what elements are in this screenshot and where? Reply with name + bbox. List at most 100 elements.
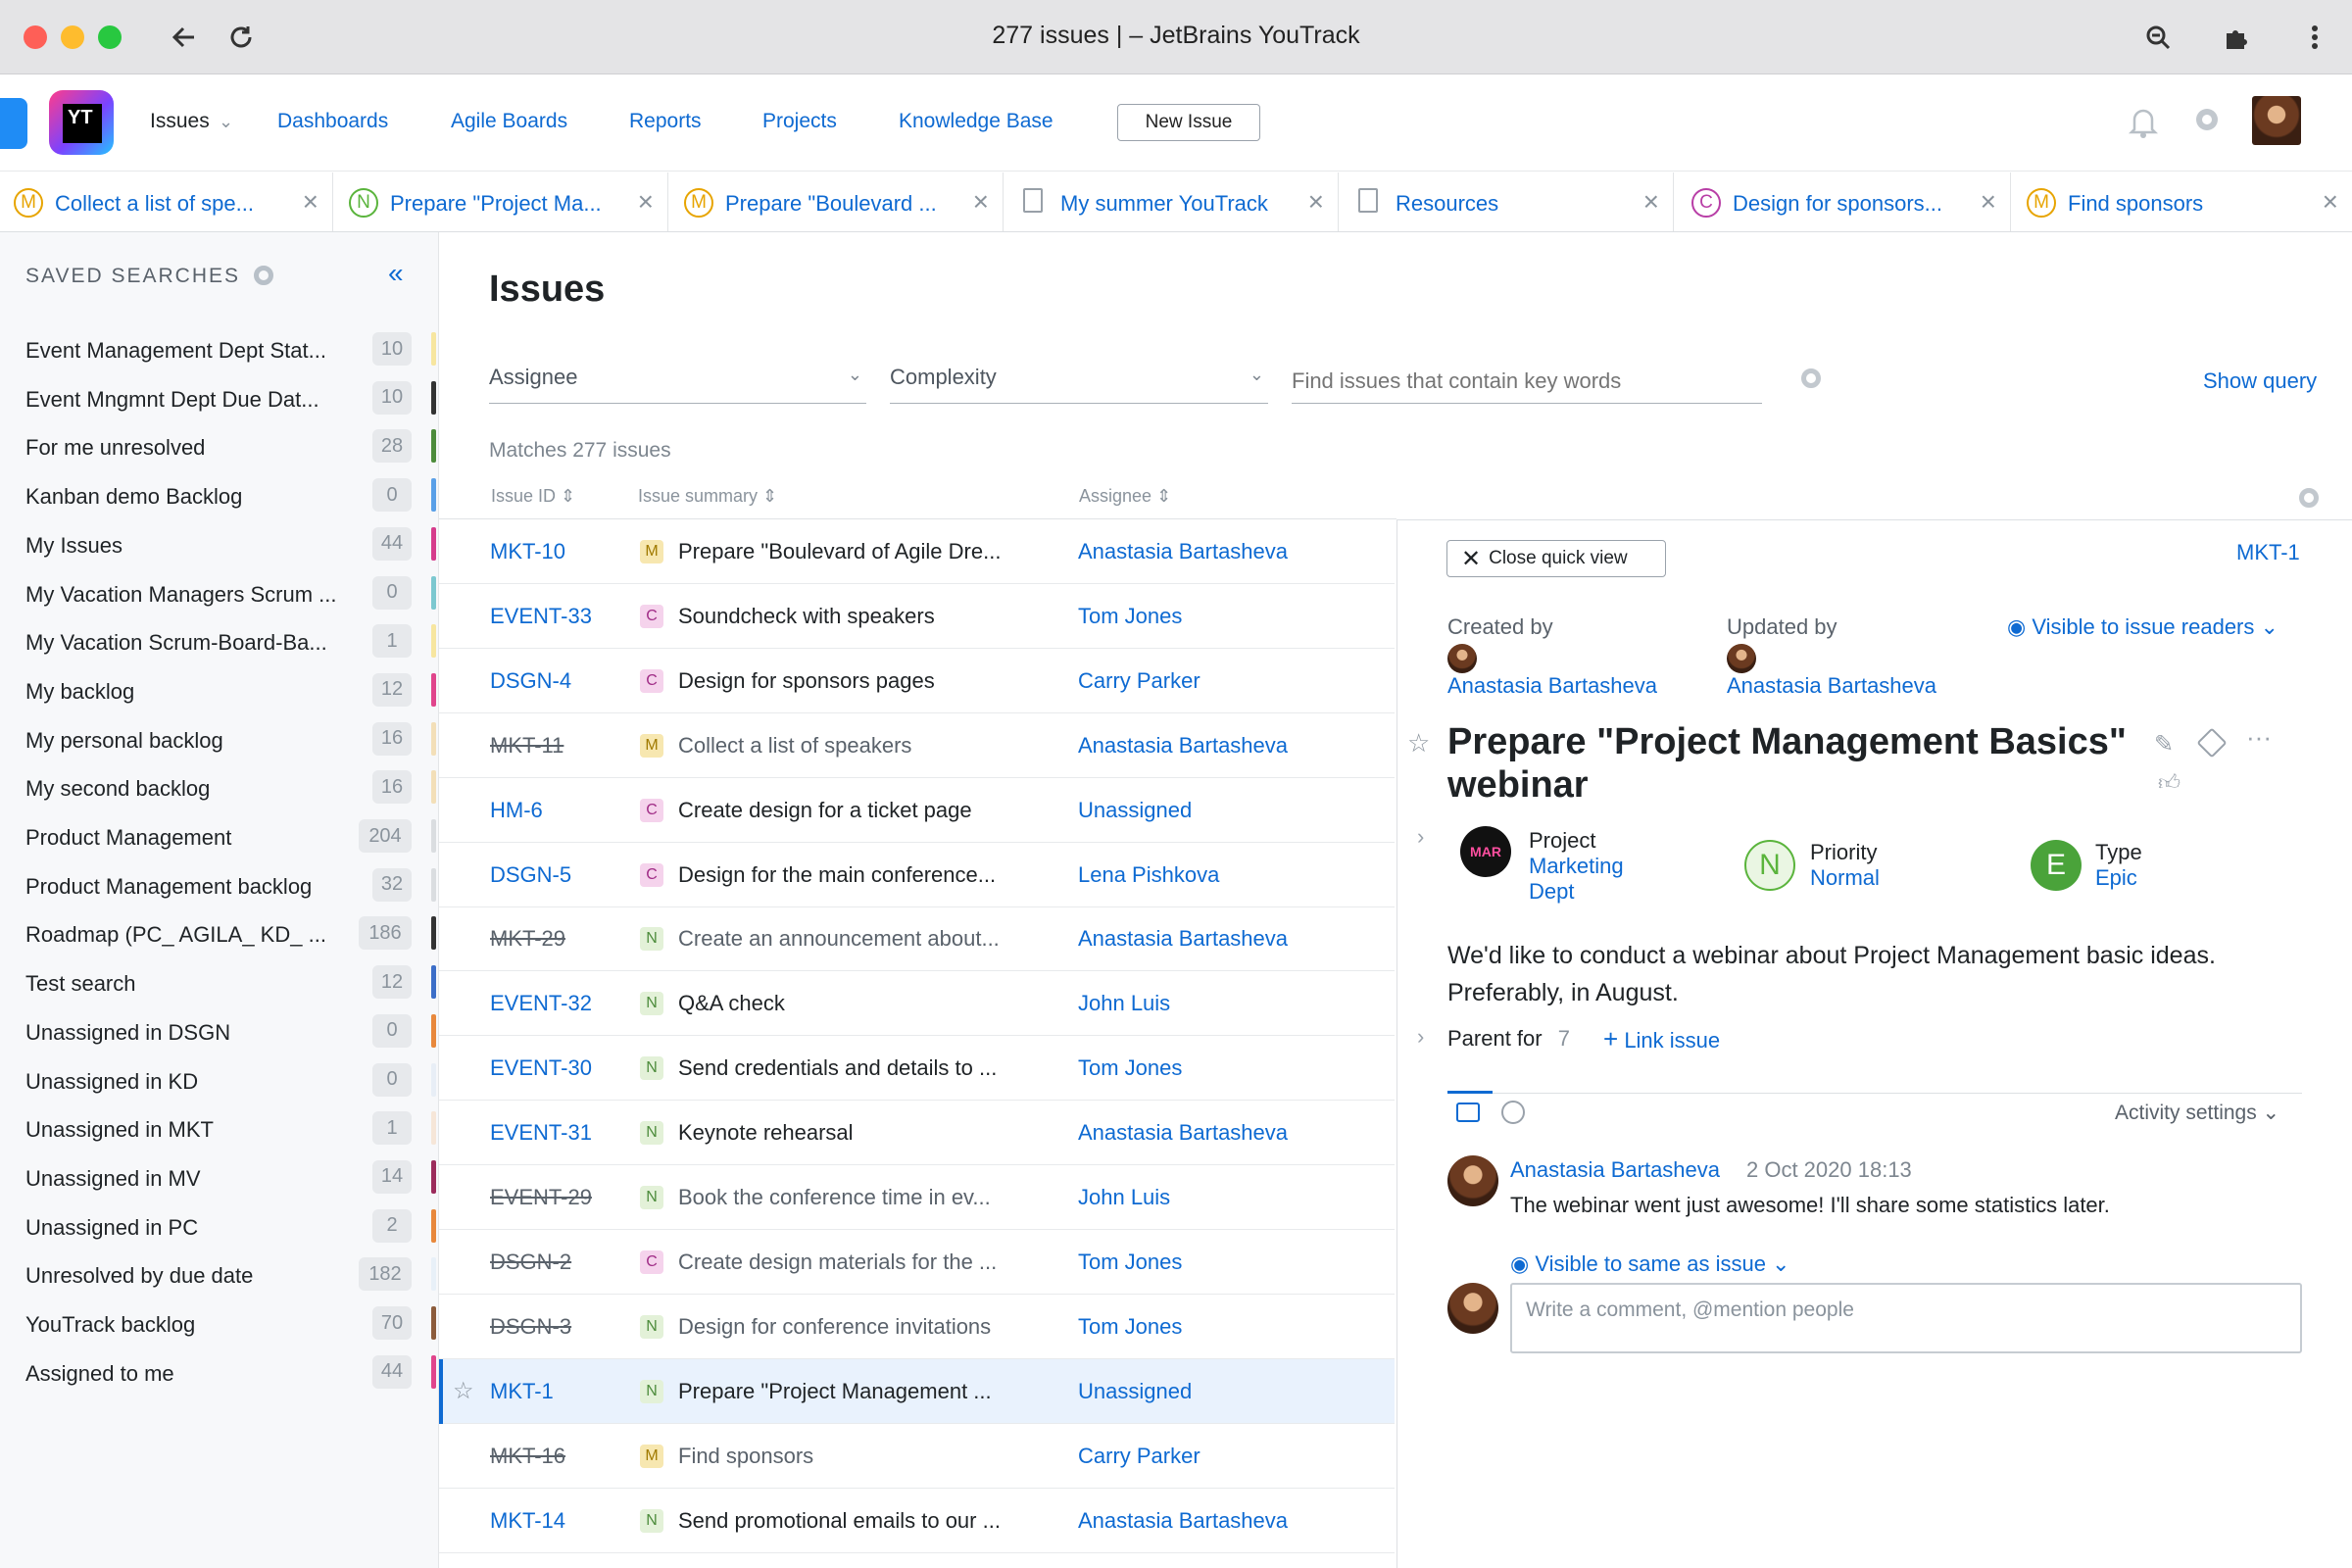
- saved-search-item[interactable]: My second backlog 16: [0, 762, 439, 811]
- issue-row[interactable]: DSGN-2 C Create design materials for the…: [439, 1230, 1395, 1295]
- nav-reports[interactable]: Reports: [629, 110, 702, 133]
- issues-dropdown-chevron-icon[interactable]: ⌄: [219, 112, 233, 132]
- issue-row[interactable]: DSGN-4 C Design for sponsors pages Carry…: [439, 649, 1395, 713]
- saved-search-item[interactable]: Unassigned in PC 2: [0, 1201, 439, 1250]
- activity-settings-dropdown[interactable]: Activity settings ⌄: [2115, 1101, 2279, 1125]
- issue-summary[interactable]: Send promotional emails to our ...: [678, 1508, 1001, 1534]
- issue-summary[interactable]: Keynote rehearsal: [678, 1120, 854, 1146]
- close-tab-icon[interactable]: ×: [1981, 186, 1996, 218]
- new-issue-button[interactable]: New Issue: [1117, 104, 1260, 141]
- issue-summary[interactable]: Soundcheck with speakers: [678, 604, 935, 629]
- issue-summary[interactable]: Prepare "Project Management ...: [678, 1379, 992, 1404]
- saved-search-item[interactable]: My Vacation Managers Scrum ... 0: [0, 568, 439, 617]
- issue-id-link[interactable]: MKT-10: [490, 539, 565, 564]
- saved-search-item[interactable]: My backlog 12: [0, 665, 439, 714]
- issue-summary[interactable]: Design for conference invitations: [678, 1314, 991, 1340]
- saved-search-item[interactable]: My personal backlog 16: [0, 714, 439, 763]
- issue-assignee[interactable]: Anastasia Bartasheva: [1078, 539, 1288, 564]
- show-query-link[interactable]: Show query: [2203, 368, 2317, 394]
- close-tab-icon[interactable]: ×: [2323, 186, 2338, 218]
- saved-search-item[interactable]: Product Management backlog 32: [0, 860, 439, 909]
- issue-row[interactable]: MKT-14 N Send promotional emails to our …: [439, 1489, 1395, 1553]
- issue-id-link[interactable]: EVENT-30: [490, 1055, 592, 1081]
- column-assignee[interactable]: Assignee ⇕: [1079, 486, 1171, 507]
- issue-summary[interactable]: Find sponsors: [678, 1444, 813, 1469]
- issue-id-link[interactable]: MKT-14: [490, 1508, 565, 1534]
- issue-row[interactable]: DSGN-3 N Design for conference invitatio…: [439, 1295, 1395, 1359]
- user-avatar[interactable]: [2252, 96, 2301, 145]
- tab-my-summer[interactable]: My summer YouTrack ×: [1005, 172, 1339, 231]
- search-settings-icon[interactable]: [1801, 368, 1821, 388]
- issue-assignee[interactable]: Anastasia Bartasheva: [1078, 1508, 1288, 1534]
- issue-summary[interactable]: Create design materials for the ...: [678, 1250, 997, 1275]
- saved-search-item[interactable]: Event Management Dept Stat... 10: [0, 324, 439, 373]
- nav-projects[interactable]: Projects: [762, 110, 837, 133]
- saved-search-item[interactable]: Test search 12: [0, 957, 439, 1006]
- issue-row[interactable]: DSGN-5 C Design for the main conference.…: [439, 843, 1395, 907]
- issue-summary[interactable]: Book the conference time in ev...: [678, 1185, 991, 1210]
- issue-id-link[interactable]: EVENT-33: [490, 604, 592, 629]
- extensions-icon[interactable]: [2217, 18, 2256, 57]
- issue-assignee[interactable]: Tom Jones: [1078, 1314, 1182, 1340]
- more-menu-icon[interactable]: [2295, 18, 2334, 57]
- issue-id-link[interactable]: DSGN-2: [490, 1250, 571, 1275]
- close-tab-icon[interactable]: ×: [1643, 186, 1659, 218]
- visibility-dropdown[interactable]: ◉ Visible to issue readers ⌄: [2007, 614, 2278, 640]
- updated-by-user[interactable]: Anastasia Bartasheva: [1727, 673, 1936, 699]
- column-issue-summary[interactable]: Issue summary ⇕: [638, 486, 777, 507]
- issue-id-link[interactable]: DSGN-3: [490, 1314, 571, 1340]
- issue-assignee[interactable]: John Luis: [1078, 1185, 1170, 1210]
- issue-id-link[interactable]: MKT-11: [490, 733, 564, 759]
- priority-value[interactable]: Normal: [1810, 865, 1880, 891]
- issue-assignee[interactable]: Anastasia Bartasheva: [1078, 1120, 1288, 1146]
- expand-parent-chevron-icon[interactable]: ›: [1417, 1024, 1424, 1050]
- search-input[interactable]: [1292, 359, 1762, 404]
- edit-pencil-icon[interactable]: ✎: [2154, 730, 2174, 759]
- close-tab-icon[interactable]: ×: [1308, 186, 1324, 218]
- parent-for-label[interactable]: Parent for 7: [1447, 1026, 1570, 1052]
- issue-assignee[interactable]: Tom Jones: [1078, 1250, 1182, 1275]
- youtrack-logo[interactable]: YT: [49, 90, 114, 155]
- expand-fields-chevron-icon[interactable]: ›: [1417, 824, 1424, 850]
- saved-search-item[interactable]: Roadmap (PC_ AGILA_ KD_ ... 186: [0, 908, 439, 957]
- issue-assignee[interactable]: Carry Parker: [1078, 668, 1200, 694]
- link-issue-button[interactable]: + Link issue: [1603, 1024, 1720, 1054]
- tab-design-sponsors[interactable]: C Design for sponsors... ×: [1678, 172, 2011, 231]
- star-icon[interactable]: ☆: [1407, 728, 1430, 759]
- close-quick-view-button[interactable]: ✕ Close quick view: [1446, 540, 1666, 577]
- column-issue-id[interactable]: Issue ID ⇕: [491, 486, 575, 507]
- issue-assignee[interactable]: Unassigned: [1078, 798, 1192, 823]
- complexity-filter[interactable]: Complexity ⌄: [890, 359, 1268, 404]
- assignee-filter[interactable]: Assignee ⌄: [489, 359, 866, 404]
- saved-search-item[interactable]: Event Mngmnt Dept Due Dat... 10: [0, 373, 439, 422]
- issue-row[interactable]: MKT-10 M Prepare "Boulevard of Agile Dre…: [439, 519, 1395, 584]
- issue-assignee[interactable]: Unassigned: [1078, 1379, 1192, 1404]
- issue-id-link[interactable]: EVENT-31: [490, 1120, 592, 1146]
- comment-input[interactable]: Write a comment, @mention people: [1510, 1283, 2302, 1353]
- tab-resources[interactable]: Resources ×: [1341, 172, 1674, 231]
- settings-gear-icon[interactable]: [2191, 104, 2223, 140]
- saved-search-item[interactable]: My Vacation Scrum-Board-Ba... 1: [0, 616, 439, 665]
- issue-row[interactable]: MKT-16 M Find sponsors Carry Parker: [439, 1424, 1395, 1489]
- close-tab-icon[interactable]: ×: [973, 186, 989, 218]
- nav-dashboards[interactable]: Dashboards: [277, 110, 388, 133]
- history-tab-icon[interactable]: [1501, 1101, 1525, 1124]
- issue-row[interactable]: EVENT-32 N Q&A check John Luis: [439, 971, 1395, 1037]
- collapse-sidebar-icon[interactable]: «: [388, 258, 404, 289]
- issue-row[interactable]: EVENT-30 N Send credentials and details …: [439, 1036, 1395, 1102]
- saved-search-item[interactable]: Assigned to me 44: [0, 1348, 439, 1396]
- saved-search-item[interactable]: For me unresolved 28: [0, 421, 439, 470]
- nav-issues[interactable]: Issues: [150, 110, 210, 133]
- issue-summary[interactable]: Create an announcement about...: [678, 926, 1000, 952]
- issue-id-link[interactable]: EVENT-32: [490, 991, 592, 1016]
- issue-summary[interactable]: Prepare "Boulevard of Agile Dre...: [678, 539, 1001, 564]
- issue-row[interactable]: MKT-11 M Collect a list of speakers Anas…: [439, 713, 1395, 778]
- saved-search-item[interactable]: YouTrack backlog 70: [0, 1298, 439, 1348]
- saved-search-item[interactable]: My Issues 44: [0, 519, 439, 568]
- issue-summary[interactable]: Design for sponsors pages: [678, 668, 935, 694]
- more-actions-icon[interactable]: ···: [2246, 722, 2272, 753]
- issue-id-link[interactable]: EVENT-29: [490, 1185, 592, 1210]
- saved-search-item[interactable]: Unassigned in MV 14: [0, 1152, 439, 1201]
- issue-summary[interactable]: Create design for a ticket page: [678, 798, 972, 823]
- comments-tab-icon[interactable]: [1456, 1102, 1480, 1122]
